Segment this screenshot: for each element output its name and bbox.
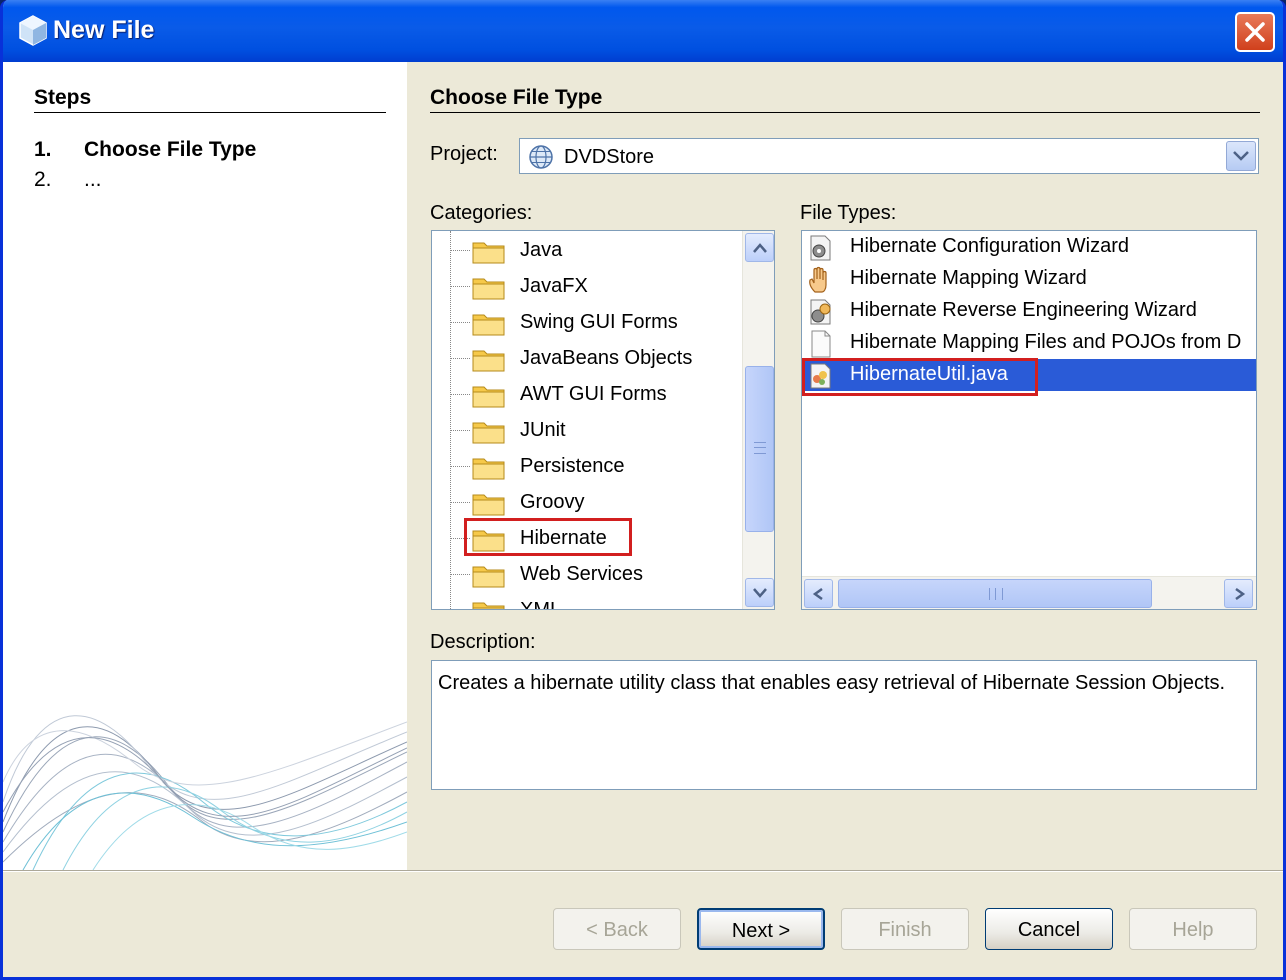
category-label: JavaFX: [520, 275, 588, 297]
chevron-down-icon: [753, 588, 767, 598]
category-item-persistence[interactable]: Persistence: [432, 449, 742, 483]
next-button[interactable]: Next >: [697, 908, 825, 950]
category-item-javafx[interactable]: JavaFX: [432, 269, 742, 303]
help-button[interactable]: Help: [1129, 908, 1257, 950]
folder-icon: [472, 350, 505, 372]
category-label: Swing GUI Forms: [520, 311, 678, 333]
file-type-label: Hibernate Mapping Files and POJOs from D: [850, 331, 1242, 353]
new-file-dialog: New File Steps 1. Choose File Type 2. ..…: [0, 0, 1286, 980]
file-type-label: Hibernate Mapping Wizard: [850, 267, 1087, 289]
step-label: Choose File Type: [84, 138, 257, 161]
folder-icon: [472, 422, 505, 444]
categories-tree[interactable]: Java JavaFX Swing GUI Forms JavaBeans Ob…: [431, 230, 775, 610]
cancel-button[interactable]: Cancel: [985, 908, 1113, 950]
file-type-item-mapping-wizard[interactable]: Hibernate Mapping Wizard: [802, 263, 1256, 295]
folder-icon: [472, 386, 505, 408]
project-label: Project:: [430, 143, 498, 165]
file-types-scrollbar[interactable]: [802, 576, 1256, 609]
panel-divider: [430, 112, 1260, 113]
file-type-item-mapping-files-pojos[interactable]: Hibernate Mapping Files and POJOs from D: [802, 327, 1256, 359]
folder-icon: [472, 242, 505, 264]
project-combobox[interactable]: DVDStore: [519, 138, 1259, 174]
file-type-label: Hibernate Configuration Wizard: [850, 235, 1130, 257]
netbeans-cube-icon: [19, 15, 47, 46]
chevron-right-icon: [1235, 588, 1246, 600]
category-label: Java: [520, 239, 563, 261]
scroll-thumb[interactable]: [745, 366, 774, 532]
folder-icon: [472, 566, 505, 588]
category-item-junit[interactable]: JUnit: [432, 413, 742, 447]
project-dropdown-button[interactable]: [1226, 141, 1256, 171]
folder-icon: [472, 278, 505, 300]
category-label: AWT GUI Forms: [520, 383, 667, 405]
panel-title: Choose File Type: [430, 86, 603, 109]
file-type-item-configuration-wizard[interactable]: Hibernate Configuration Wizard: [802, 231, 1256, 263]
category-item-xml[interactable]: XML: [432, 593, 742, 610]
finish-button[interactable]: Finish: [841, 908, 969, 950]
file-type-label: Hibernate Reverse Engineering Wizard: [850, 299, 1197, 321]
folder-icon: [472, 494, 505, 516]
step-label: ...: [84, 168, 102, 191]
hibernateutil-highlight: [802, 358, 1038, 396]
file-type-item-reverse-engineering-wizard[interactable]: Hibernate Reverse Engineering Wizard: [802, 295, 1256, 327]
description-text: Creates a hibernate utility class that e…: [431, 660, 1257, 790]
scroll-up-button[interactable]: [745, 233, 774, 262]
chevron-down-icon: [1233, 151, 1249, 161]
title-bar[interactable]: New File: [3, 0, 1283, 62]
window-title: New File: [53, 16, 155, 44]
wave-decoration: [3, 715, 407, 870]
scroll-left-button[interactable]: [804, 579, 833, 608]
close-icon: [1245, 22, 1265, 42]
back-button[interactable]: < Back: [553, 908, 681, 950]
category-label: Persistence: [520, 455, 625, 477]
scroll-right-button[interactable]: [1224, 579, 1253, 608]
chevron-up-icon: [753, 243, 767, 253]
categories-label: Categories:: [430, 202, 533, 224]
button-bar-divider: [3, 870, 1283, 872]
file-types-list[interactable]: Hibernate Configuration Wizard Hibernate…: [801, 230, 1257, 610]
steps-heading: Steps: [34, 86, 92, 109]
step-number: 1.: [34, 138, 52, 161]
chevron-left-icon: [812, 588, 823, 600]
category-item-groovy[interactable]: Groovy: [432, 485, 742, 519]
scroll-thumb[interactable]: [838, 579, 1152, 608]
hand-icon: [809, 266, 827, 293]
category-item-awt-gui-forms[interactable]: AWT GUI Forms: [432, 377, 742, 411]
category-label: JavaBeans Objects: [520, 347, 693, 369]
folder-icon: [472, 458, 505, 480]
step-number: 2.: [34, 168, 52, 191]
folder-icon: [472, 314, 505, 336]
file-types-label: File Types:: [800, 202, 897, 224]
folder-icon: [472, 602, 505, 609]
category-label: JUnit: [520, 419, 566, 441]
category-item-javabeans-objects[interactable]: JavaBeans Objects: [432, 341, 742, 375]
category-item-swing-gui-forms[interactable]: Swing GUI Forms: [432, 305, 742, 339]
steps-divider: [34, 112, 386, 113]
globe-project-icon: [529, 145, 553, 169]
category-item-java[interactable]: Java: [432, 233, 742, 267]
close-button[interactable]: [1235, 12, 1275, 52]
content-panel: Choose File Type Project: DVDStore Categ…: [407, 62, 1283, 870]
blank-file-icon: [811, 330, 831, 358]
reverse-engineering-icon: [810, 299, 831, 325]
category-item-web-services[interactable]: Web Services: [432, 557, 742, 591]
project-value: DVDStore: [564, 146, 655, 168]
category-label: XML: [520, 599, 562, 610]
categories-scrollbar[interactable]: [742, 231, 774, 609]
steps-panel: Steps 1. Choose File Type 2. ...: [3, 62, 407, 870]
config-wizard-icon: [810, 235, 831, 261]
scroll-down-button[interactable]: [745, 578, 774, 607]
hibernate-highlight: [464, 518, 632, 556]
category-label: Web Services: [520, 563, 644, 585]
category-label: Groovy: [520, 491, 585, 513]
description-label: Description:: [430, 631, 536, 653]
